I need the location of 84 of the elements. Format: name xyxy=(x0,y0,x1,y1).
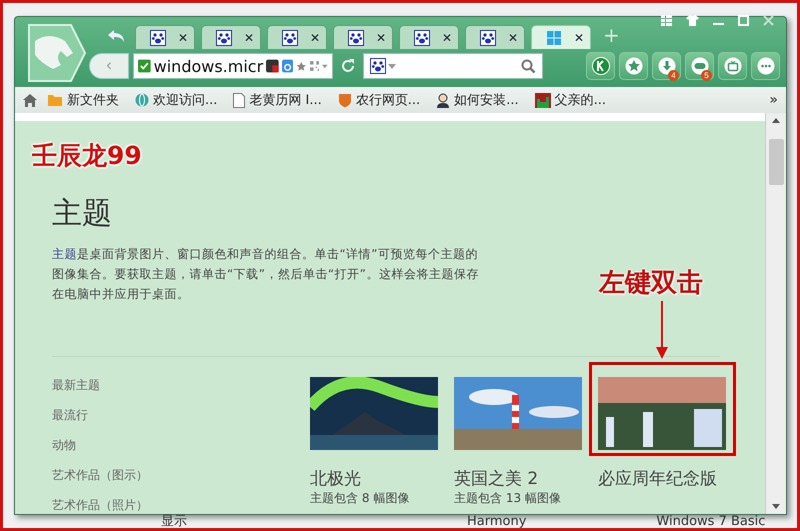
address-text: windows.micr xyxy=(154,56,264,76)
toolbar-button[interactable] xyxy=(751,52,780,80)
search-field[interactable] xyxy=(363,53,543,79)
toolbar-button[interactable] xyxy=(586,52,615,80)
theme-title[interactable]: 英国之美 2 xyxy=(454,468,582,490)
theme-link[interactable]: 主题 xyxy=(52,247,77,261)
intro-paragraph: 主题是桌面背景图片、窗口颜色和声音的组合。单击“详情”可预览每个主题的图像集合。要获取主题，请单击“下载”，然后单击“打开”。这样会将主题保存在电脑中并应用于桌面。 xyxy=(52,246,480,303)
castle-icon xyxy=(534,92,551,108)
theme-title[interactable]: 北极光 xyxy=(310,468,438,490)
bookmark-link[interactable]: 父亲的... xyxy=(534,91,606,109)
close-icon[interactable]: ✕ xyxy=(178,30,188,44)
back-arrow-icon[interactable] xyxy=(107,29,125,43)
paw-icon xyxy=(150,30,166,46)
k-letter-icon xyxy=(592,57,610,75)
tv-icon xyxy=(724,57,742,75)
toolbar-button[interactable]: 4 xyxy=(652,52,681,80)
toolbar-button[interactable] xyxy=(619,52,648,80)
bookmark-link[interactable]: 老黄历网 I... xyxy=(233,91,322,109)
toolbar-button[interactable]: 5 xyxy=(685,52,714,80)
dropdown-caret-icon[interactable] xyxy=(388,64,396,68)
scroll-down-icon[interactable] xyxy=(772,504,780,509)
background-label: Windows 7 Basic xyxy=(656,515,766,528)
category-link[interactable]: 艺术作品（图示） xyxy=(52,467,310,484)
background-label: 显示 xyxy=(161,515,187,528)
close-icon[interactable] xyxy=(763,15,774,26)
shield-icon xyxy=(338,92,352,108)
menu-icon[interactable] xyxy=(661,15,672,26)
browser-tab[interactable]: ✕ xyxy=(201,25,261,49)
down-arrow xyxy=(656,301,668,359)
qr-code-icon[interactable] xyxy=(310,59,320,73)
author-label: 壬辰龙99 xyxy=(32,140,142,172)
category-link[interactable]: 最流行 xyxy=(52,407,310,424)
paw-icon xyxy=(216,30,232,46)
dropdown-caret-icon[interactable] xyxy=(322,64,328,68)
browser-tab[interactable]: ✕ xyxy=(399,25,459,49)
search-engine-paw-icon xyxy=(370,58,386,74)
background-label: Harmony xyxy=(467,515,526,528)
paw-icon xyxy=(282,30,298,46)
search-icon[interactable] xyxy=(521,58,536,74)
callout-label: 左键双击 xyxy=(599,267,703,300)
category-link[interactable]: 最新主题 xyxy=(52,377,310,394)
bookmark-link[interactable]: 如何安装... xyxy=(436,91,519,109)
scrollbar[interactable] xyxy=(765,113,786,514)
reload-icon[interactable] xyxy=(339,57,357,75)
more-bookmarks-icon[interactable]: » xyxy=(769,92,778,108)
globe-icon xyxy=(135,93,149,107)
paw-icon xyxy=(480,30,496,46)
close-icon[interactable]: ✕ xyxy=(310,30,320,44)
category-link[interactable]: 动物 xyxy=(52,437,310,454)
theme-subtitle: 主题包含 13 幅图像 xyxy=(454,490,562,507)
category-link[interactable]: 艺术作品（照片） xyxy=(52,497,310,514)
windows-logo-icon xyxy=(546,30,562,46)
browser-tab[interactable]: ✕ xyxy=(465,25,525,49)
close-icon[interactable]: ✕ xyxy=(244,30,254,44)
toolbar-button[interactable] xyxy=(718,52,747,80)
more-icon xyxy=(756,57,774,75)
count-badge: 5 xyxy=(701,70,712,81)
close-icon[interactable]: ✕ xyxy=(376,30,386,44)
bookmark-link[interactable]: 新文件夹 xyxy=(47,91,119,109)
browser-tab[interactable]: ✕ xyxy=(135,25,195,49)
theme-subtitle: 主题包含 8 幅图像 xyxy=(310,490,410,507)
page-icon xyxy=(233,92,246,108)
page-title: 主题 xyxy=(52,195,113,233)
browser-tab[interactable]: ✕ xyxy=(333,25,393,49)
browser-tab[interactable]: ✕ xyxy=(267,25,327,49)
person-icon xyxy=(436,92,450,108)
shirt-icon[interactable] xyxy=(686,15,699,26)
folder-icon xyxy=(47,93,63,107)
bookmark-link[interactable]: 农行网页... xyxy=(338,91,420,109)
address-field[interactable]: windows.micr xyxy=(133,53,333,79)
paw-icon xyxy=(414,30,430,46)
maximize-icon[interactable] xyxy=(738,15,749,26)
check-icon xyxy=(138,57,151,75)
count-badge: 4 xyxy=(668,70,679,81)
bookmark-link[interactable]: 欢迎访问... xyxy=(135,91,218,109)
browser-tab[interactable]: ✕ xyxy=(531,25,591,49)
paw-icon xyxy=(348,30,364,46)
close-icon[interactable]: ✕ xyxy=(442,30,452,44)
scroll-thumb[interactable] xyxy=(768,139,784,185)
close-icon[interactable]: ✕ xyxy=(574,30,584,44)
home-icon[interactable] xyxy=(23,94,37,106)
close-icon[interactable]: ✕ xyxy=(508,30,518,44)
scroll-up-icon[interactable] xyxy=(772,118,780,123)
theme-title[interactable]: 必应周年纪念版 xyxy=(598,468,726,490)
